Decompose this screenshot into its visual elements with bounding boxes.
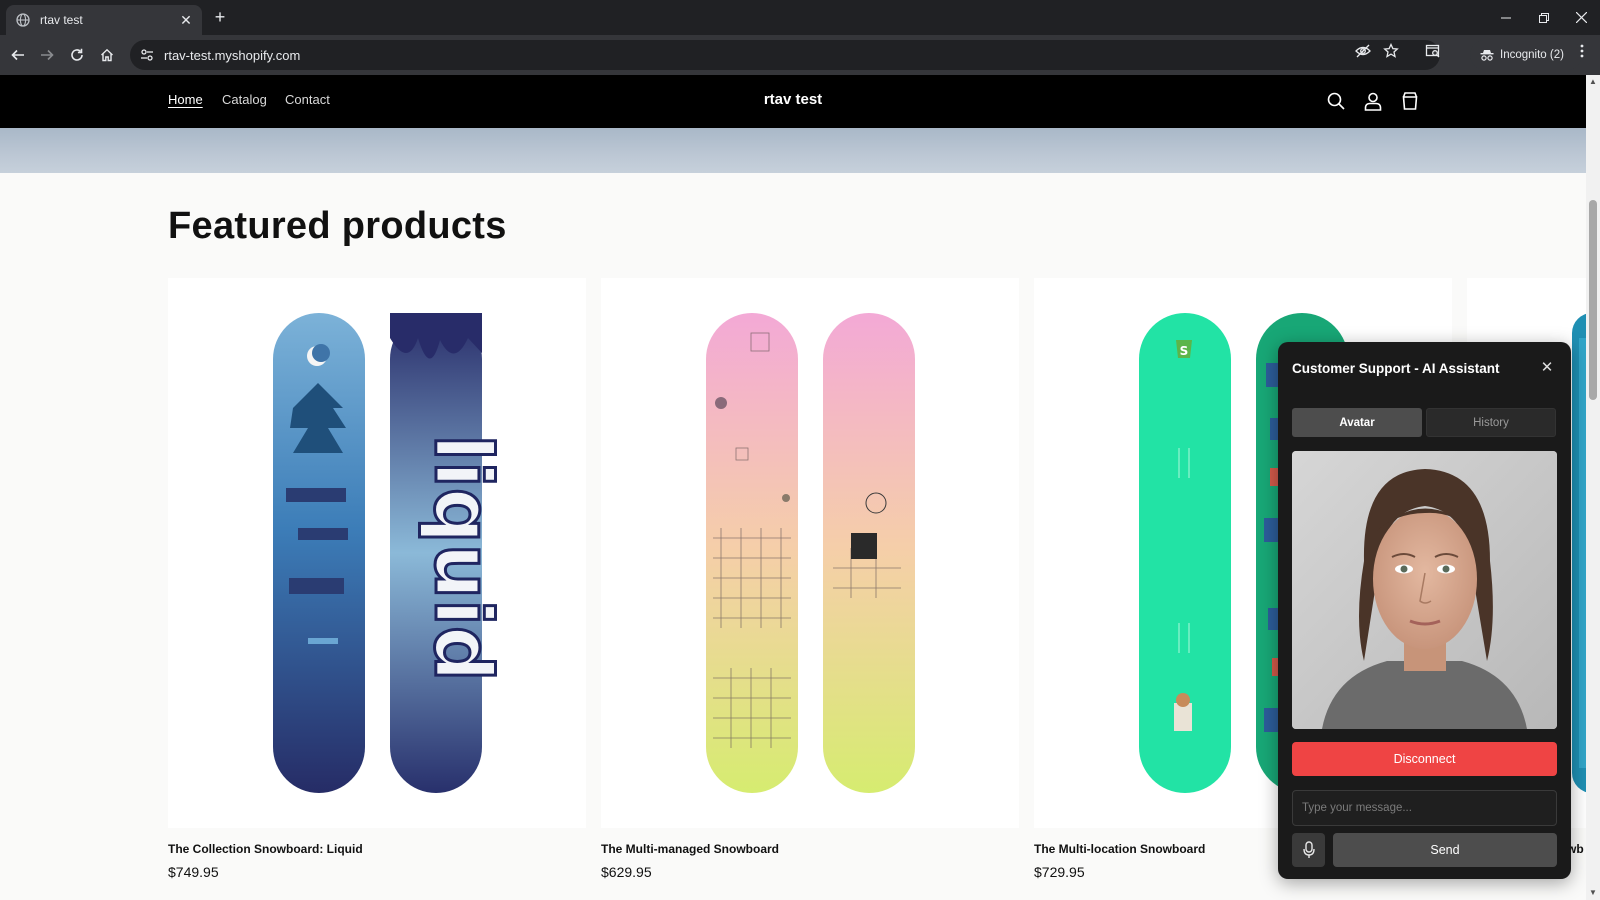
scrollbar-thumb[interactable] [1589,200,1597,400]
product-name[interactable]: The Collection Snowboard: Liquid [168,842,363,856]
tab-title: rtav test [40,13,83,27]
svg-text:S: S [1180,344,1189,358]
site-title[interactable]: rtav test [0,91,1586,108]
tab-history[interactable]: History [1426,408,1556,437]
globe-icon [16,13,30,27]
product-card[interactable] [601,278,1019,828]
forward-arrow-icon[interactable] [35,43,59,67]
new-tab-button[interactable]: + [210,7,230,27]
browser-tab[interactable]: rtav test ✕ [6,5,202,35]
product-name[interactable]: The Multi-managed Snowboard [601,842,779,856]
chat-widget: Customer Support - AI Assistant ✕ Avatar… [1278,342,1571,879]
incognito-icon [1480,49,1494,61]
home-icon[interactable] [95,43,119,67]
tab-avatar[interactable]: Avatar [1292,408,1422,437]
product-image: liquid [273,313,509,793]
back-arrow-icon[interactable] [6,43,30,67]
url-text: rtav-test.myshopify.com [164,47,301,63]
avatar-video [1292,451,1557,729]
send-button[interactable]: Send [1333,833,1557,867]
scroll-up-icon[interactable]: ▲ [1589,78,1597,86]
chat-title: Customer Support - AI Assistant [1292,361,1500,376]
site-settings-icon[interactable] [140,48,154,62]
cart-icon[interactable] [1398,89,1422,113]
close-tab-icon[interactable]: ✕ [178,12,194,29]
reload-icon[interactable] [65,43,89,67]
microphone-icon[interactable] [1292,833,1325,867]
browser-tab-bar: rtav test ✕ + [0,0,1600,35]
product-price: $729.95 [1034,864,1085,880]
close-window-icon[interactable] [1562,0,1600,35]
address-bar[interactable]: rtav-test.myshopify.com [130,40,1440,70]
product-name[interactable]: The Multi-location Snowboard [1034,842,1205,856]
page-scrollbar[interactable]: ▲ ▼ [1586,75,1600,900]
svg-text:liquid: liquid [417,434,507,681]
product-image [706,313,915,793]
scroll-down-icon[interactable]: ▼ [1589,889,1597,897]
search-icon[interactable] [1324,89,1348,113]
browser-toolbar: rtav-test.myshopify.com Incognito (2) [0,35,1600,75]
section-title: Featured products [168,205,507,247]
disconnect-button[interactable]: Disconnect [1292,742,1557,776]
more-menu-icon[interactable] [1573,42,1591,60]
incognito-label: Incognito (2) [1500,49,1564,61]
minimize-icon[interactable] [1487,0,1525,35]
bookmark-star-icon[interactable] [1382,42,1400,60]
incognito-indicator[interactable]: Incognito (2) [1470,40,1582,70]
hero-banner-image [0,128,1586,173]
tab-search-icon[interactable] [1424,42,1442,60]
restore-icon[interactable] [1525,0,1563,35]
message-input[interactable] [1292,790,1557,826]
close-icon[interactable]: ✕ [1538,359,1556,377]
account-icon[interactable] [1361,89,1385,113]
site-header: Home Catalog Contact rtav test [0,75,1586,128]
eye-off-icon[interactable] [1354,42,1372,60]
product-price: $749.95 [168,864,219,880]
product-price: $629.95 [601,864,652,880]
product-card[interactable]: liquid [168,278,586,828]
